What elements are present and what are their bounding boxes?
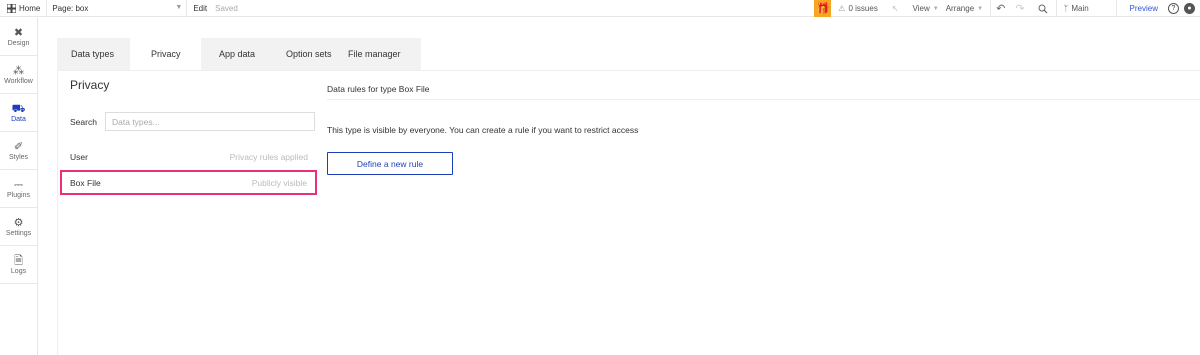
tab-app-data[interactable]: App data [201, 38, 274, 70]
sidebar-item-design[interactable]: ✖ Design [0, 18, 37, 56]
plug-icon: ⎓ [14, 178, 23, 191]
home-label: Home [19, 3, 41, 13]
data-type-name: User [70, 151, 88, 162]
brush-icon: ✐ [13, 140, 24, 153]
data-type-row-box-file[interactable]: Box File Publicly visible [60, 170, 317, 195]
rules-info-text: This type is visible by everyone. You ca… [327, 125, 639, 135]
data-type-name: Box File [70, 177, 101, 188]
sidebar-item-label: Workflow [4, 77, 33, 85]
tab-label: Privacy [151, 49, 181, 59]
edit-menu[interactable]: Edit [193, 4, 207, 13]
data-type-status: Privacy rules applied [229, 151, 308, 162]
redo-icon: ↷ [1015, 3, 1025, 15]
page-label: Page: box [52, 3, 89, 13]
sidebar-item-label: Styles [8, 153, 29, 161]
sidebar-item-label: Settings [5, 229, 32, 237]
branch-selector[interactable]: ᛉ Main [1055, 0, 1116, 17]
search-icon [1038, 4, 1047, 13]
privacy-title: Privacy [70, 78, 110, 92]
arrange-label: Arrange [945, 4, 975, 13]
data-types-search-input[interactable] [105, 112, 315, 131]
chevron-down-icon: ▼ [977, 5, 984, 12]
sidebar-item-label: Data [11, 115, 26, 123]
tab-label: Option sets [286, 49, 332, 59]
database-icon: ⛟ [11, 102, 26, 115]
tab-file-manager[interactable]: File manager [341, 38, 421, 70]
gift-icon[interactable]: 🎁 [814, 0, 832, 17]
chevron-down-icon: ▼ [175, 3, 183, 11]
sidebar-item-label: Design [7, 39, 30, 47]
rules-header: Data rules for type Box File [327, 84, 430, 94]
data-type-row-user[interactable]: User Privacy rules applied [60, 144, 317, 169]
issues-label: 0 issues [848, 4, 878, 13]
redo-button[interactable]: ↷ [1010, 0, 1029, 17]
tab-label: App data [219, 49, 256, 59]
top-bar: Home Page: box ▼ Edit Saved 🎁 ⚠ 0 issues… [0, 0, 1200, 17]
left-sidebar: ✖ Design ⁂ Workflow ⛟ Data ✐ Styles ⎓ Pl… [0, 18, 38, 355]
sidebar-item-label: Logs [10, 267, 27, 275]
panel-border [57, 70, 58, 355]
sidebar-item-data[interactable]: ⛟ Data [0, 94, 37, 132]
search-label: Search [70, 117, 97, 127]
preview-button[interactable]: Preview [1115, 0, 1168, 17]
rules-divider [327, 99, 1200, 100]
view-label: View [912, 4, 930, 13]
user-account-icon[interactable]: ● [1184, 3, 1195, 14]
home-button[interactable]: Home [0, 0, 48, 17]
document-icon: 🗎 [14, 254, 23, 267]
tab-privacy[interactable]: Privacy [130, 38, 201, 70]
warning-icon: ⚠ [838, 4, 846, 13]
grid-icon [7, 3, 16, 13]
sidebar-item-workflow[interactable]: ⁂ Workflow [0, 56, 37, 94]
inspect-cursor-button[interactable]: ↖ [885, 0, 906, 17]
branch-icon: ᛉ [1063, 4, 1069, 13]
branch-label: Main [1071, 4, 1089, 13]
saved-status: Saved [215, 3, 238, 13]
sidebar-item-styles[interactable]: ✐ Styles [0, 132, 37, 170]
chevron-down-icon: ▼ [932, 5, 939, 12]
undo-button[interactable]: ↶ [990, 0, 1010, 17]
data-tabs: Data types Privacy App data Option sets … [57, 38, 421, 70]
page-selector[interactable]: Page: box ▼ [47, 0, 188, 17]
sidebar-item-label: Plugins [7, 191, 30, 199]
issues-button[interactable]: ⚠ 0 issues [831, 0, 885, 17]
gear-icon: ⚙ [13, 216, 24, 229]
data-type-status: Publicly visible [251, 177, 307, 188]
tab-option-sets[interactable]: Option sets [274, 38, 341, 70]
view-menu[interactable]: View ▼ [906, 0, 946, 17]
design-tools-icon: ✖ [13, 26, 24, 39]
undo-icon: ↶ [996, 3, 1006, 15]
preview-label: Preview [1129, 4, 1158, 13]
define-new-rule-button[interactable]: Define a new rule [327, 152, 453, 175]
arrange-menu[interactable]: Arrange ▼ [946, 0, 990, 17]
cursor-icon: ↖ [891, 4, 899, 13]
tab-data-types[interactable]: Data types [57, 38, 130, 70]
sidebar-item-plugins[interactable]: ⎓ Plugins [0, 170, 37, 208]
tab-divider [57, 70, 1200, 71]
sidebar-item-settings[interactable]: ⚙ Settings [0, 208, 37, 246]
help-icon[interactable]: ? [1168, 3, 1179, 14]
search-button[interactable] [1030, 0, 1056, 17]
workflow-icon: ⁂ [13, 64, 24, 77]
sidebar-item-logs[interactable]: 🗎 Logs [0, 246, 37, 284]
tab-label: File manager [348, 49, 401, 59]
tab-label: Data types [71, 49, 115, 59]
